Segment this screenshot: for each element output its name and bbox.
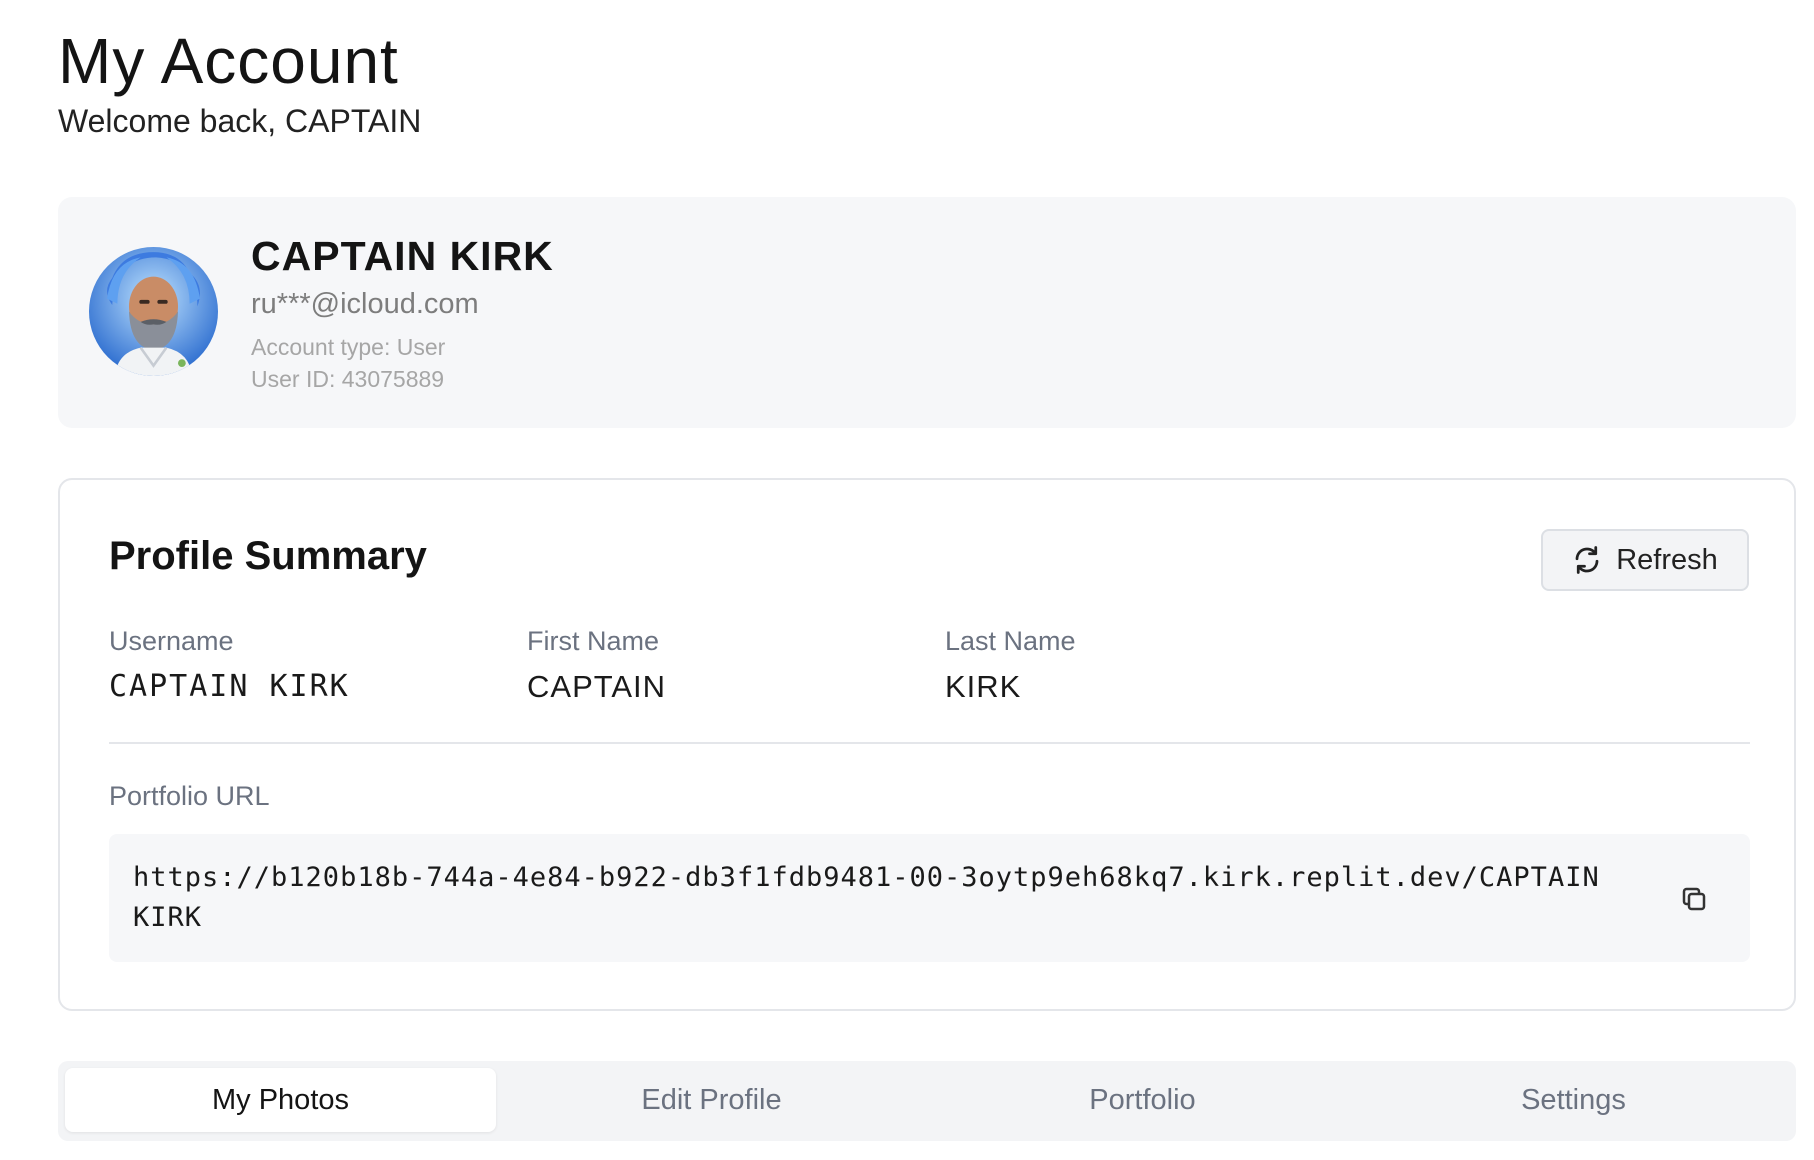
profile-name: CAPTAIN KIRK [251, 233, 554, 279]
username-field: Username CAPTAIN KIRK [109, 626, 350, 704]
page-title: My Account [58, 25, 399, 97]
copy-icon [1679, 884, 1709, 914]
last-name-value: KIRK [945, 669, 1022, 704]
last-name-field: Last Name KIRK [945, 626, 1076, 705]
tab-my-photos[interactable]: My Photos [65, 1068, 496, 1132]
username-label: Username [109, 626, 234, 656]
avatar-image [89, 247, 218, 376]
profile-summary-card: Profile Summary Refresh Username CAPTAIN… [58, 478, 1796, 1011]
user-id: User ID: 43075889 [251, 366, 445, 392]
first-name-field: First Name CAPTAIN [527, 626, 666, 705]
account-type: Account type: User [251, 334, 446, 360]
tab-portfolio[interactable]: Portfolio [927, 1068, 1358, 1132]
last-name-label: Last Name [945, 626, 1076, 656]
refresh-label: Refresh [1616, 543, 1718, 576]
account-tabs: My Photos Edit Profile Portfolio Setting… [58, 1061, 1796, 1141]
first-name-label: First Name [527, 626, 660, 656]
portfolio-url-label: Portfolio URL [109, 781, 270, 811]
avatar [89, 247, 218, 376]
welcome-message: Welcome back, CAPTAIN [58, 103, 422, 139]
portfolio-url-text[interactable]: https://b120b18b-744a-4e84-b922-db3f1fdb… [133, 858, 1623, 938]
copy-url-button[interactable] [1679, 884, 1709, 914]
tab-edit-profile[interactable]: Edit Profile [496, 1068, 927, 1132]
divider [109, 742, 1750, 744]
refresh-icon [1572, 545, 1602, 575]
tab-settings[interactable]: Settings [1358, 1068, 1789, 1132]
username-value: CAPTAIN KIRK [109, 669, 350, 704]
profile-summary-title: Profile Summary [109, 534, 427, 578]
profile-email: ru***@icloud.com [251, 288, 479, 320]
refresh-button[interactable]: Refresh [1541, 529, 1749, 591]
first-name-value: CAPTAIN [527, 669, 667, 704]
portfolio-url-box: https://b120b18b-744a-4e84-b922-db3f1fdb… [109, 834, 1750, 962]
profile-header-card: CAPTAIN KIRK ru***@icloud.com Account ty… [58, 197, 1796, 428]
account-page: My Account Welcome back, CAPTAIN CAPTAIN… [0, 0, 1814, 1160]
